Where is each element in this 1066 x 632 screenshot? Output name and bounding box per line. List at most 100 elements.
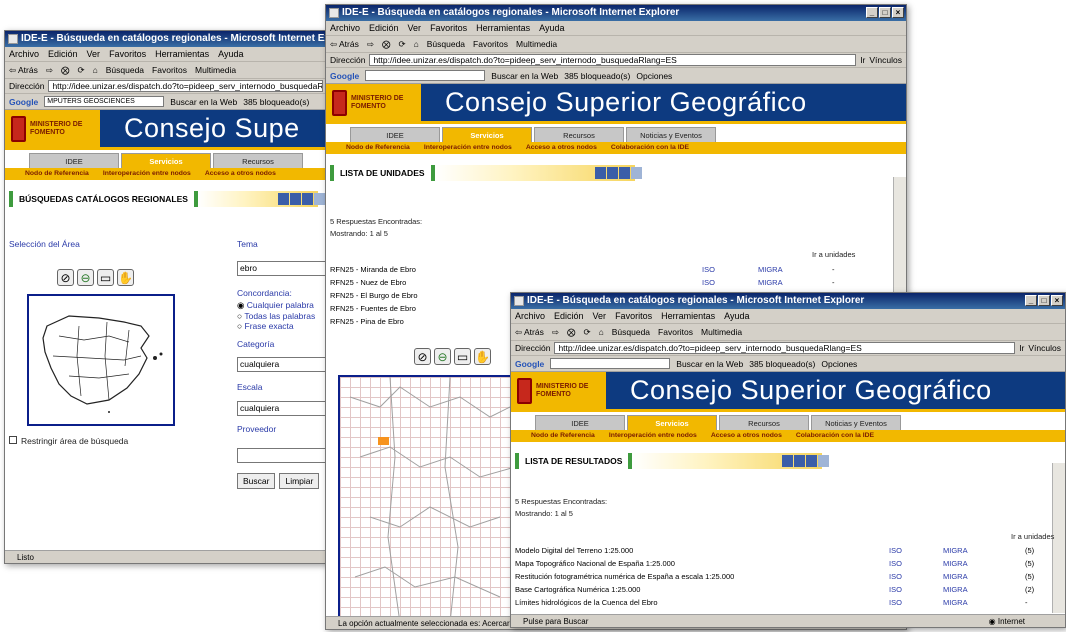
minimize-button[interactable]: _	[1025, 295, 1037, 306]
subnav-acceso[interactable]: Acceso a otros nodos	[711, 430, 782, 442]
url-field[interactable]: http://idee.unizar.es/dispatch.do?to=pid…	[554, 342, 1016, 354]
subnav-interoperacion[interactable]: Interoperación entre nodos	[424, 142, 512, 154]
refresh-button[interactable]: ⟳	[77, 65, 84, 75]
close-button[interactable]: ×	[892, 7, 904, 18]
close-button[interactable]: ×	[1051, 295, 1063, 306]
google-search-input[interactable]	[550, 358, 671, 369]
escala-select[interactable]: cualquiera	[237, 401, 327, 416]
search-web-button[interactable]: Buscar en la Web	[676, 356, 743, 371]
menu-archivo[interactable]: Archivo	[9, 49, 39, 59]
menu-ayuda[interactable]: Ayuda	[539, 23, 564, 33]
stop-button[interactable]: ⨂	[61, 65, 70, 75]
tab-servicios[interactable]: Servicios	[121, 153, 211, 168]
menu-favoritos[interactable]: Favoritos	[430, 23, 467, 33]
multimedia-button[interactable]: Multimedia	[195, 65, 236, 75]
menu-ver[interactable]: Ver	[408, 23, 422, 33]
popup-blocked-count[interactable]: 385 bloqueado(s)	[749, 356, 815, 371]
home-button[interactable]: ⌂	[93, 65, 98, 75]
tab-recursos[interactable]: Recursos	[213, 153, 303, 168]
forward-button[interactable]: ⇨	[46, 65, 53, 75]
buscar-button[interactable]: Buscar	[237, 473, 276, 489]
url-field[interactable]: http://idee.unizar.es/dispatch.do?to=pid…	[48, 80, 323, 92]
categoria-select[interactable]: cualquiera	[237, 357, 327, 372]
subnav-acceso[interactable]: Acceso a otros nodos	[526, 142, 597, 154]
no-action-icon[interactable]: ⊘	[414, 348, 431, 365]
menu-ver[interactable]: Ver	[593, 311, 607, 321]
menu-edicion[interactable]: Edición	[369, 23, 399, 33]
menu-herramientas[interactable]: Herramientas	[476, 23, 530, 33]
favorites-button[interactable]: Favoritos	[658, 327, 693, 337]
menu-herramientas[interactable]: Herramientas	[155, 49, 209, 59]
tab-recursos[interactable]: Recursos	[534, 127, 624, 142]
links-button[interactable]: Vínculos	[1028, 341, 1061, 355]
go-button[interactable]: Ir	[860, 53, 865, 67]
menu-archivo[interactable]: Archivo	[330, 23, 360, 33]
search-button[interactable]: Búsqueda	[106, 65, 144, 75]
subnav-interoperacion[interactable]: Interoperación entre nodos	[609, 430, 697, 442]
menu-edicion[interactable]: Edición	[48, 49, 78, 59]
menu-archivo[interactable]: Archivo	[515, 311, 545, 321]
menu-favoritos[interactable]: Favoritos	[109, 49, 146, 59]
subnav-acceso[interactable]: Acceso a otros nodos	[205, 168, 276, 180]
go-button[interactable]: Ir	[1019, 341, 1024, 355]
tab-recursos[interactable]: Recursos	[719, 415, 809, 430]
minimize-button[interactable]: _	[866, 7, 878, 18]
subnav-nodo[interactable]: Nodo de Referencia	[531, 430, 595, 442]
tab-noticias[interactable]: Noticias y Eventos	[626, 127, 716, 142]
multimedia-button[interactable]: Multimedia	[701, 327, 742, 337]
back-button[interactable]: ⇦ Atrás	[515, 327, 544, 337]
favorites-button[interactable]: Favoritos	[152, 65, 187, 75]
menu-ver[interactable]: Ver	[87, 49, 101, 59]
refresh-button[interactable]: ⟳	[398, 39, 405, 49]
stop-button[interactable]: ⨂	[382, 39, 391, 49]
spain-map[interactable]	[27, 294, 175, 426]
radio-cualquier[interactable]: ◉ Cualquier palabra	[237, 300, 327, 311]
url-field[interactable]: http://idee.unizar.es/dispatch.do?to=pid…	[369, 54, 857, 66]
google-search-input[interactable]: MPUTERS GEOSCIENCES	[44, 96, 165, 107]
tab-idee[interactable]: IDEE	[535, 415, 625, 430]
multimedia-button[interactable]: Multimedia	[516, 39, 557, 49]
home-button[interactable]: ⌂	[414, 39, 419, 49]
menu-edicion[interactable]: Edición	[554, 311, 584, 321]
limpiar-button[interactable]: Limpiar	[279, 473, 320, 489]
options-button[interactable]: Opciones	[821, 356, 857, 371]
popup-blocked-count[interactable]: 385 bloqueado(s)	[243, 94, 309, 109]
back-button[interactable]: ⇦ Atrás	[330, 39, 359, 49]
pan-hand-icon[interactable]: ✋	[117, 269, 134, 286]
options-button[interactable]: Opciones	[636, 68, 672, 83]
subnav-colaboracion[interactable]: Colaboración con la IDE	[796, 430, 874, 442]
menu-ayuda[interactable]: Ayuda	[724, 311, 749, 321]
subnav-interoperacion[interactable]: Interoperación entre nodos	[103, 168, 191, 180]
tab-servicios[interactable]: Servicios	[627, 415, 717, 430]
radio-frase[interactable]: ○ Frase exacta	[237, 321, 327, 331]
forward-button[interactable]: ⇨	[552, 327, 559, 337]
popup-blocked-count[interactable]: 385 bloqueado(s)	[564, 68, 630, 83]
home-button[interactable]: ⌂	[599, 327, 604, 337]
google-search-input[interactable]	[365, 70, 486, 81]
tema-input[interactable]: ebro	[237, 261, 327, 276]
restrict-checkbox[interactable]	[9, 436, 17, 444]
search-web-button[interactable]: Buscar en la Web	[491, 68, 558, 83]
zoom-out-icon[interactable]: ⊖	[434, 348, 451, 365]
refresh-button[interactable]: ⟳	[583, 327, 590, 337]
subnav-nodo[interactable]: Nodo de Referencia	[25, 168, 89, 180]
tab-servicios[interactable]: Servicios	[442, 127, 532, 142]
stop-button[interactable]: ⨂	[567, 327, 576, 337]
zoom-out-icon[interactable]: ⊖	[77, 269, 94, 286]
tab-noticias[interactable]: Noticias y Eventos	[811, 415, 901, 430]
zoom-box-icon[interactable]: ▭	[454, 348, 471, 365]
links-button[interactable]: Vínculos	[869, 53, 902, 67]
radio-todas[interactable]: ○ Todas las palabras	[237, 311, 327, 321]
pan-hand-icon[interactable]: ✋	[474, 348, 491, 365]
subnav-colaboracion[interactable]: Colaboración con la IDE	[611, 142, 689, 154]
maximize-button[interactable]: □	[879, 7, 891, 18]
menu-favoritos[interactable]: Favoritos	[615, 311, 652, 321]
search-button[interactable]: Búsqueda	[612, 327, 650, 337]
favorites-button[interactable]: Favoritos	[473, 39, 508, 49]
subnav-nodo[interactable]: Nodo de Referencia	[346, 142, 410, 154]
forward-button[interactable]: ⇨	[367, 39, 374, 49]
search-button[interactable]: Búsqueda	[427, 39, 465, 49]
tab-idee[interactable]: IDEE	[350, 127, 440, 142]
tab-idee[interactable]: IDEE	[29, 153, 119, 168]
detail-grid-map[interactable]	[338, 375, 518, 625]
